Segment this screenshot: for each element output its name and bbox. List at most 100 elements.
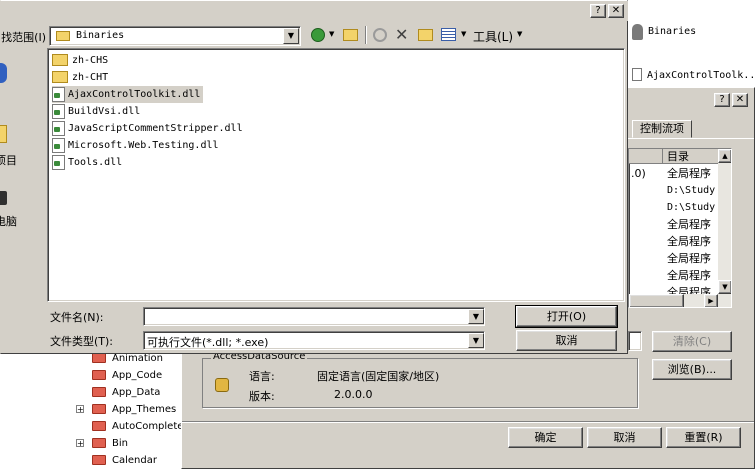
filename-label: 文件名(N):	[50, 311, 104, 324]
ajax-label: AjaxControlToolk...	[647, 70, 755, 81]
folder-icon	[92, 387, 106, 397]
chevron-down-icon[interactable]: ▼	[468, 309, 484, 324]
grid-cell[interactable]	[631, 250, 661, 267]
file-name: AjaxControlToolkit.dll	[68, 89, 201, 100]
file-item[interactable]: JavaScriptCommentStripper.dll	[52, 120, 243, 137]
filetype-value: 可执行文件(*.dll; *.exe)	[147, 336, 269, 349]
delete-icon[interactable]: ✕	[395, 25, 408, 44]
ok-button[interactable]: 确定	[508, 427, 583, 448]
grid-cell-dir[interactable]: D:\Study	[667, 199, 717, 216]
tree-item-label: AutoComplete	[112, 421, 184, 432]
scroll-thumb[interactable]	[629, 294, 684, 307]
look-in-label: 查找范围(I):	[1, 31, 46, 44]
back-icon[interactable]	[311, 28, 325, 42]
file-list[interactable]: zh-CHS zh-CHT AjaxControlToolkit.dll BuildV…	[47, 48, 625, 302]
help-button[interactable]: ?	[590, 4, 606, 18]
bottom-separator	[182, 421, 754, 423]
scroll-down-button[interactable]: ▼	[718, 280, 731, 294]
grid-cell[interactable]	[631, 199, 661, 216]
file-item[interactable]: AjaxControlToolkit.dll	[52, 86, 204, 103]
file-item[interactable]: zh-CHS	[52, 52, 108, 69]
up-folder-icon[interactable]	[343, 29, 358, 41]
tools-menu[interactable]: 工具(L)	[473, 28, 513, 45]
place-computer[interactable]: 电脑	[0, 177, 41, 228]
expand-icon[interactable]: +	[76, 405, 84, 414]
dll-file-icon	[52, 154, 65, 170]
close-button[interactable]: ✕	[732, 93, 748, 107]
back-dropdown-icon[interactable]: ▼	[329, 30, 334, 38]
file-item[interactable]: Microsoft.Web.Testing.dll	[52, 137, 219, 154]
grid-cell-dir[interactable]: 全局程序	[667, 267, 717, 284]
grid-cell[interactable]	[631, 233, 661, 250]
toolbar-separator	[365, 26, 367, 44]
folder-icon	[92, 353, 106, 363]
tree-item-label: Bin	[112, 438, 128, 449]
blue-globe-icon	[0, 63, 7, 83]
new-folder-icon[interactable]	[418, 29, 433, 41]
filetype-select[interactable]: 可执行文件(*.dll; *.exe) ▼	[143, 331, 485, 350]
open-button[interactable]: 打开(O)	[515, 305, 618, 328]
column-header-blank[interactable]	[629, 149, 663, 164]
person-icon	[632, 24, 643, 40]
grid-cell-dir[interactable]: 全局程序	[667, 216, 717, 233]
expand-icon[interactable]: +	[76, 439, 84, 448]
dll-file-icon	[52, 137, 65, 153]
grid-cell-dir[interactable]: 全局程序	[667, 233, 717, 250]
tools-dropdown-icon[interactable]: ▼	[517, 30, 522, 38]
horizontal-scrollbar[interactable]: ▶	[629, 294, 731, 307]
folder-icon	[92, 370, 106, 380]
tab-control-flow[interactable]: 控制流项	[632, 120, 692, 138]
grid-cell[interactable]	[631, 267, 661, 284]
column-header-dir[interactable]: 目录	[663, 149, 718, 164]
look-in-combo[interactable]: Binaries ▼	[49, 26, 301, 46]
place-project[interactable]: 项目	[0, 113, 41, 167]
details-group: AccessDataSource 语言: 固定语言(固定国家/地区) 版本: 2…	[202, 351, 638, 408]
grid-cell-dir[interactable]: D:\Study	[667, 182, 717, 199]
place-recent[interactable]	[0, 55, 41, 105]
computer-icon	[0, 191, 7, 205]
grid-cell[interactable]	[631, 216, 661, 233]
folder-icon	[92, 455, 106, 465]
path-textbox[interactable]	[628, 331, 642, 351]
scroll-up-button[interactable]: ▲	[718, 149, 731, 163]
file-name: Tools.dll	[68, 157, 123, 168]
grid-cell-dir[interactable]: 全局程序	[667, 165, 717, 182]
close-button[interactable]: ✕	[608, 4, 624, 18]
file-item[interactable]: Tools.dll	[52, 154, 122, 171]
language-value: 固定语言(固定国家/地区)	[317, 370, 440, 383]
vertical-scrollbar[interactable]: ▲ ▼	[718, 149, 731, 294]
folder-icon	[0, 125, 7, 143]
grid-cell-dir[interactable]: 全局程序	[667, 250, 717, 267]
dll-file-icon	[52, 103, 65, 119]
assembly-list[interactable]: 目录 .0) 全局程序 D:\Study D:\Study 全局程序 全局程序 全局程序 全局…	[628, 148, 732, 308]
scroll-right-button[interactable]: ▶	[704, 294, 718, 307]
tree-item-label: App_Code	[112, 370, 163, 381]
grid-cell[interactable]	[631, 182, 661, 199]
cancel-button[interactable]: 取消	[516, 330, 617, 351]
cancel-button[interactable]: 取消	[587, 427, 662, 448]
dll-icon	[632, 68, 642, 81]
views-dropdown-icon[interactable]: ▼	[461, 30, 466, 38]
place-label: 项目	[0, 154, 17, 167]
folder-icon	[52, 71, 68, 83]
views-icon[interactable]	[441, 28, 456, 41]
file-item[interactable]: zh-CHT	[52, 69, 108, 86]
filename-input[interactable]: ▼	[143, 307, 485, 326]
help-button[interactable]: ?	[714, 93, 730, 107]
file-name: JavaScriptCommentStripper.dll	[68, 123, 243, 134]
chevron-down-icon[interactable]: ▼	[468, 333, 484, 348]
reset-button[interactable]: 重置(R)	[666, 427, 741, 448]
search-web-icon[interactable]	[373, 28, 387, 42]
component-icon	[215, 378, 229, 392]
file-item[interactable]: BuildVsi.dll	[52, 103, 140, 120]
place-label: 电脑	[0, 215, 17, 228]
browse-button[interactable]: 浏览(B)...	[652, 359, 732, 380]
folder-icon	[52, 54, 68, 66]
look-in-value: Binaries	[76, 30, 125, 41]
binaries-item[interactable]: Binaries	[632, 24, 752, 42]
chevron-down-icon[interactable]: ▼	[283, 28, 299, 44]
folder-icon	[92, 438, 106, 448]
grid-cell[interactable]: .0)	[631, 165, 661, 182]
ajax-item[interactable]: AjaxControlToolk...	[632, 68, 755, 84]
clear-button[interactable]: 清除(C)	[652, 331, 732, 352]
